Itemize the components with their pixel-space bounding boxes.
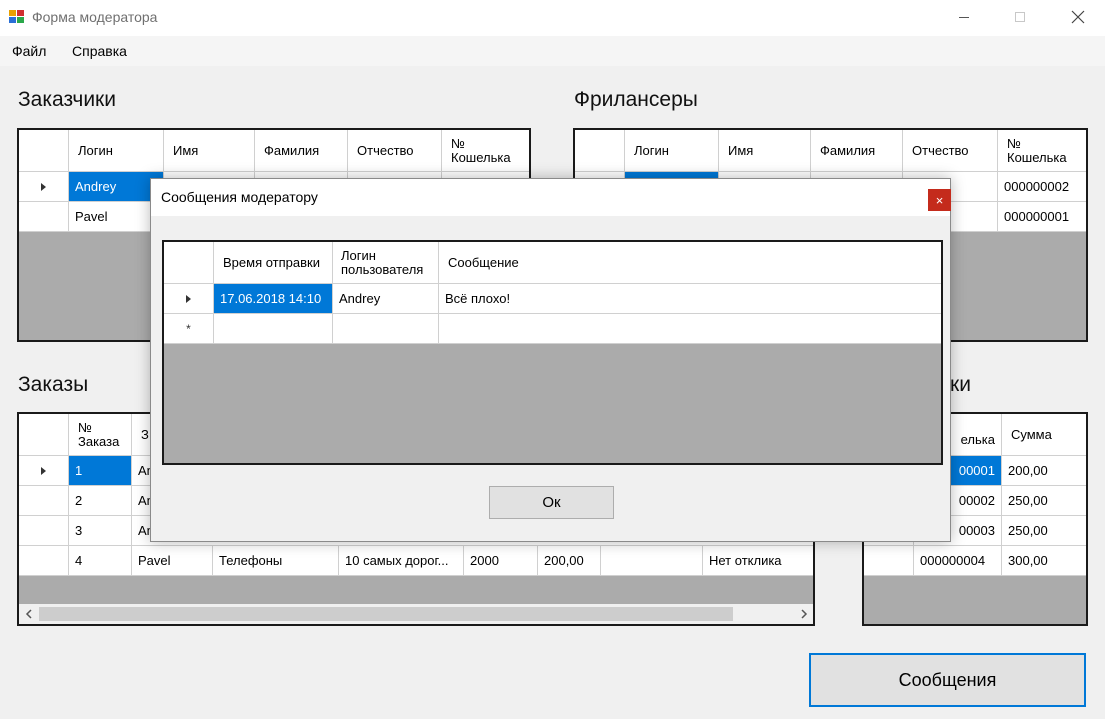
row-header[interactable] <box>864 546 914 576</box>
row-header[interactable] <box>19 546 69 576</box>
column-header-wallet[interactable]: № Кошелька <box>442 130 529 172</box>
grid-corner <box>164 242 214 284</box>
minimize-button[interactable] <box>941 0 987 34</box>
messages-button[interactable]: Сообщения <box>809 653 1086 707</box>
column-header-patronymic[interactable]: Отчество <box>903 130 998 172</box>
freelancers-title: Фрилансеры <box>574 88 698 111</box>
row-header[interactable] <box>19 202 69 232</box>
table-cell[interactable]: 4 <box>69 546 132 576</box>
table-cell[interactable]: Pavel <box>132 546 213 576</box>
table-cell[interactable]: 200,00 <box>1002 456 1086 486</box>
orders-title: Заказы <box>18 373 89 396</box>
column-header-user-login[interactable]: Логин пользователя <box>333 242 439 284</box>
row-header[interactable] <box>19 486 69 516</box>
table-cell[interactable] <box>333 314 439 344</box>
scroll-right-icon[interactable] <box>798 607 810 621</box>
scrollbar-thumb[interactable] <box>39 607 733 621</box>
current-row-icon <box>41 182 46 191</box>
payments-title: ки <box>950 373 971 396</box>
dialog-close-button[interactable]: × <box>928 189 951 211</box>
column-header-order-number[interactable]: № Заказа <box>69 414 132 456</box>
row-header[interactable] <box>19 456 69 486</box>
column-header-sent-time[interactable]: Время отправки <box>214 242 333 284</box>
close-icon: × <box>935 192 944 208</box>
table-cell[interactable]: 17.06.2018 14:10 <box>214 284 333 314</box>
horizontal-scrollbar[interactable] <box>19 604 813 624</box>
column-header-surname[interactable]: Фамилия <box>811 130 903 172</box>
menu-help[interactable]: Справка <box>72 43 127 59</box>
menu-file[interactable]: Файл <box>12 43 46 59</box>
ok-button[interactable]: Ок <box>489 486 614 519</box>
minimize-icon <box>959 17 969 18</box>
row-header[interactable] <box>164 284 214 314</box>
scroll-left-icon[interactable] <box>23 607 35 621</box>
table-cell[interactable]: 250,00 <box>1002 486 1086 516</box>
menu-bar <box>0 36 1105 66</box>
table-cell[interactable]: 000000004 <box>914 546 1002 576</box>
table-cell[interactable]: Телефоны <box>213 546 339 576</box>
table-cell[interactable]: Всё плохо! <box>439 284 941 314</box>
close-icon <box>1071 10 1085 24</box>
current-row-icon <box>41 466 46 475</box>
grid-corner <box>19 414 69 456</box>
row-header[interactable] <box>19 516 69 546</box>
grid-corner <box>19 130 69 172</box>
messages-dialog: Сообщения модератору × Время отправки Ло… <box>150 178 951 542</box>
table-cell[interactable]: 2000 <box>464 546 538 576</box>
close-button[interactable] <box>1055 0 1101 34</box>
column-header-patronymic[interactable]: Отчество <box>348 130 442 172</box>
table-cell[interactable]: 1 <box>69 456 132 486</box>
table-cell[interactable]: 000000001 <box>998 202 1086 232</box>
column-header-login[interactable]: Логин <box>625 130 719 172</box>
column-header-surname[interactable]: Фамилия <box>255 130 348 172</box>
table-cell[interactable]: Andrey <box>333 284 439 314</box>
customers-title: Заказчики <box>18 88 116 111</box>
column-header-login[interactable]: Логин <box>69 130 164 172</box>
table-cell[interactable]: Нет отклика <box>703 546 813 576</box>
column-header-wallet[interactable]: № Кошелька <box>998 130 1086 172</box>
table-cell[interactable]: 200,00 <box>538 546 601 576</box>
table-cell[interactable]: 250,00 <box>1002 516 1086 546</box>
table-cell[interactable] <box>439 314 941 344</box>
app-icon <box>9 10 25 24</box>
table-cell[interactable]: 10 самых дорог... <box>339 546 464 576</box>
table-cell[interactable]: 000000002 <box>998 172 1086 202</box>
row-header[interactable] <box>19 172 69 202</box>
column-header-name[interactable]: Имя <box>719 130 811 172</box>
table-cell[interactable] <box>214 314 333 344</box>
current-row-icon <box>186 294 191 303</box>
window-title: Форма модератора <box>32 9 158 25</box>
new-row-header[interactable]: * <box>164 314 214 344</box>
dialog-title: Сообщения модератору <box>161 189 318 205</box>
dialog-messages-grid[interactable]: Время отправки Логин пользователя Сообще… <box>162 240 943 465</box>
new-row-icon: * <box>186 321 191 336</box>
column-header-message[interactable]: Сообщение <box>439 242 941 284</box>
table-cell[interactable] <box>601 546 703 576</box>
table-cell[interactable]: 2 <box>69 486 132 516</box>
maximize-button[interactable] <box>997 0 1043 34</box>
column-header-name[interactable]: Имя <box>164 130 255 172</box>
table-cell[interactable]: 3 <box>69 516 132 546</box>
grid-corner <box>575 130 625 172</box>
window-titlebar <box>0 0 1105 36</box>
table-cell[interactable]: 300,00 <box>1002 546 1086 576</box>
maximize-icon <box>1015 12 1025 22</box>
column-header-sum[interactable]: Сумма <box>1002 414 1086 456</box>
